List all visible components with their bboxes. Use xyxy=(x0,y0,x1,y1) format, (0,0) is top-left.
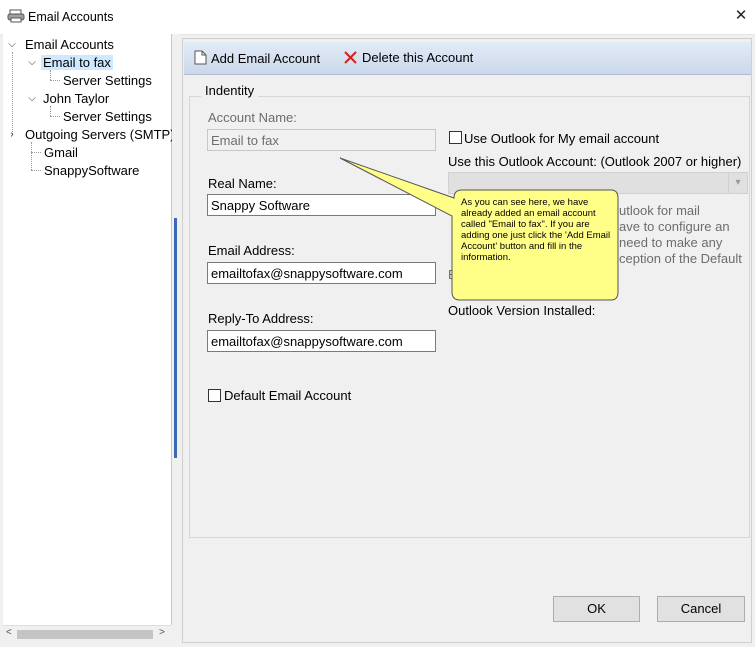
use-outlook-checkbox[interactable] xyxy=(449,131,462,144)
account-tree[interactable]: ⌵ Email Accounts ⌵ Email to fax Server S… xyxy=(3,34,175,625)
tree-item-email-accounts[interactable]: Email Accounts xyxy=(23,37,116,52)
close-icon[interactable]: ✕ xyxy=(733,6,749,26)
delete-x-icon xyxy=(344,51,357,64)
splitter-handle[interactable] xyxy=(174,218,177,458)
cancel-button[interactable]: Cancel xyxy=(657,596,745,622)
chevron-down-icon[interactable]: ⌵ xyxy=(6,39,18,50)
tree-item-snappysoftware[interactable]: SnappySoftware xyxy=(42,163,141,178)
tree-item-server-settings[interactable]: Server Settings xyxy=(61,73,154,88)
tree-item-outgoing-servers[interactable]: Outgoing Servers (SMTP) xyxy=(23,127,177,142)
printer-icon xyxy=(7,9,25,23)
chevron-down-icon[interactable]: ⌵ xyxy=(26,93,38,104)
tree-item-john-taylor[interactable]: John Taylor xyxy=(41,91,111,106)
outlook-info-text-4: ception of the Default xyxy=(619,251,742,266)
reply-to-label: Reply-To Address: xyxy=(208,311,314,326)
identity-group-label: Indentity xyxy=(201,83,259,98)
tooltip-text: As you can see here, we have already add… xyxy=(461,197,611,263)
scroll-left-icon[interactable]: < xyxy=(6,627,12,638)
scroll-right-icon[interactable]: > xyxy=(159,627,165,638)
reply-to-field[interactable]: emailtofax@snappysoftware.com xyxy=(207,330,436,352)
outlook-info-text-3: need to make any xyxy=(619,235,723,250)
add-email-account-button[interactable]: Add Email Account xyxy=(194,50,320,66)
tree-item-email-to-fax[interactable]: Email to fax xyxy=(41,55,113,70)
chevron-down-icon[interactable]: ▾ xyxy=(728,173,747,193)
tree-item-server-settings[interactable]: Server Settings xyxy=(61,109,154,124)
account-name-field[interactable]: Email to fax xyxy=(207,129,436,151)
tree-horizontal-scrollbar[interactable]: < > xyxy=(3,625,171,643)
chevron-down-icon[interactable]: ⌵ xyxy=(26,57,38,68)
tree-item-gmail[interactable]: Gmail xyxy=(42,145,80,160)
use-outlook-label: Use Outlook for My email account xyxy=(464,131,660,146)
account-name-label: Account Name: xyxy=(208,110,297,125)
toolbar: Add Email Account Delete this Account xyxy=(184,42,751,75)
default-account-label: Default Email Account xyxy=(224,388,352,403)
email-address-label: Email Address: xyxy=(208,243,295,258)
real-name-label: Real Name: xyxy=(208,176,277,191)
default-account-checkbox[interactable] xyxy=(208,389,221,402)
chevron-right-icon[interactable]: › xyxy=(6,129,18,140)
new-document-icon xyxy=(194,50,207,65)
ok-button[interactable]: OK xyxy=(553,596,640,622)
outlook-info-text-2: ave to configure an xyxy=(619,219,730,234)
scrollbar-thumb[interactable] xyxy=(17,630,153,639)
window-title: Email Accounts xyxy=(28,10,114,24)
delete-account-button[interactable]: Delete this Account xyxy=(344,50,473,65)
outlook-info-text-1: utlook for mail xyxy=(619,203,700,218)
